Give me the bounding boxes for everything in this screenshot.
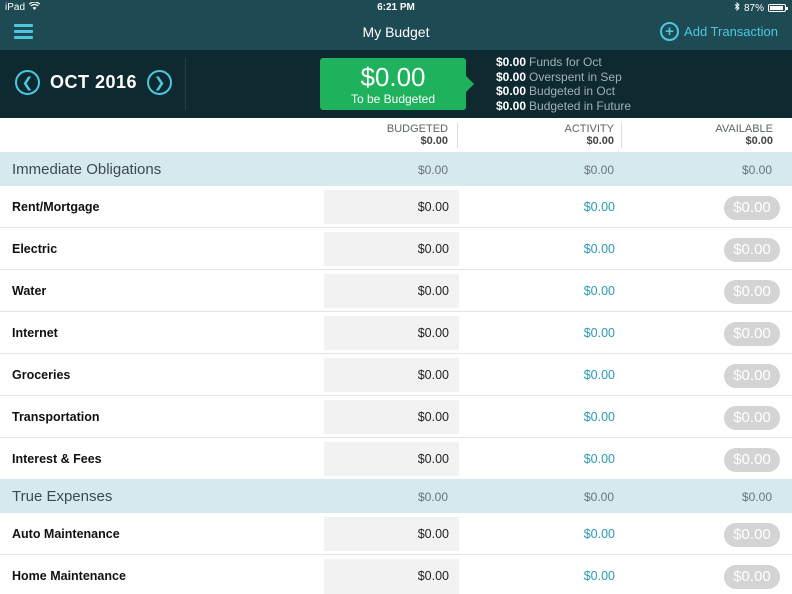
group-activity: $0.00: [583, 490, 614, 504]
category-name: Auto Maintenance: [12, 527, 120, 541]
group-budgeted: $0.00: [417, 490, 448, 504]
to-be-budgeted-amount: $0.00: [360, 62, 426, 92]
available-total: $0.00: [745, 135, 773, 147]
available-pill[interactable]: $0.00: [724, 523, 780, 547]
category-group-header[interactable]: Immediate Obligations $0.00 $0.00 $0.00: [0, 152, 792, 186]
budgeted-input[interactable]: $0.00: [324, 400, 459, 434]
activity-amount[interactable]: $0.00: [520, 242, 615, 256]
available-pill[interactable]: $0.00: [724, 238, 780, 262]
budgeted-column-header: BUDGETED $0.00: [386, 123, 448, 147]
available-column-header: AVAILABLE $0.00: [715, 123, 773, 147]
column-separator: [621, 123, 622, 148]
category-row[interactable]: Auto Maintenance $0.00 $0.00 $0.00: [0, 513, 792, 555]
month-navigator: ❮ OCT 2016 ❯: [15, 70, 173, 95]
group-available: $0.00: [741, 490, 772, 504]
status-right: 87%: [734, 1, 788, 14]
budgeted-input[interactable]: $0.00: [324, 274, 459, 308]
activity-amount[interactable]: $0.00: [520, 410, 615, 424]
budgeted-input[interactable]: $0.00: [324, 358, 459, 392]
column-headers: BUDGETED $0.00 ACTIVITY $0.00 AVAILABLE …: [0, 118, 792, 152]
available-pill[interactable]: $0.00: [724, 196, 780, 220]
group-budgeted: $0.00: [417, 163, 448, 177]
summary-overspent: $0.00 Overspent in Sep: [496, 69, 622, 84]
activity-amount[interactable]: $0.00: [520, 200, 615, 214]
status-bar: iPad 6:21 PM 87%: [0, 0, 792, 16]
group-available: $0.00: [741, 163, 772, 177]
status-time: 6:21 PM: [377, 2, 415, 13]
summary-future: $0.00 Budgeted in Future: [496, 98, 632, 113]
category-row[interactable]: Rent/Mortgage $0.00 $0.00 $0.00: [0, 186, 792, 228]
category-row[interactable]: Internet $0.00 $0.00 $0.00: [0, 312, 792, 354]
category-name: Water: [12, 284, 47, 298]
budget-header: ❮ OCT 2016 ❯ $0.00 To be Budgeted $0.00 F…: [0, 50, 792, 118]
activity-amount[interactable]: $0.00: [520, 284, 615, 298]
category-name: Electric: [12, 242, 58, 256]
group-name: Immediate Obligations: [12, 161, 162, 178]
available-pill[interactable]: $0.00: [724, 565, 780, 589]
budgeted-input[interactable]: $0.00: [324, 442, 459, 476]
category-name: Internet: [12, 326, 58, 340]
to-be-budgeted-label: To be Budgeted: [350, 92, 436, 106]
budgeted-input[interactable]: $0.00: [324, 190, 459, 224]
column-separator: [457, 123, 458, 148]
category-name: Transportation: [12, 410, 100, 424]
bluetooth-icon: [734, 1, 740, 14]
category-group-header[interactable]: True Expenses $0.00 $0.00 $0.00: [0, 479, 792, 513]
available-pill[interactable]: $0.00: [724, 448, 780, 472]
category-row[interactable]: Home Maintenance $0.00 $0.00 $0.00: [0, 555, 792, 594]
budgeted-input[interactable]: $0.00: [324, 517, 459, 551]
category-name: Interest & Fees: [12, 452, 102, 466]
activity-amount[interactable]: $0.00: [520, 527, 615, 541]
available-pill[interactable]: $0.00: [724, 322, 780, 346]
category-name: Home Maintenance: [12, 569, 126, 583]
budgeted-total: $0.00: [420, 135, 448, 147]
category-row[interactable]: Water $0.00 $0.00 $0.00: [0, 270, 792, 312]
current-month: OCT 2016: [50, 72, 138, 92]
budgeted-input[interactable]: $0.00: [324, 232, 459, 266]
activity-amount[interactable]: $0.00: [520, 569, 615, 583]
category-row[interactable]: Transportation $0.00 $0.00 $0.00: [0, 396, 792, 438]
activity-amount[interactable]: $0.00: [520, 452, 615, 466]
budgeted-input[interactable]: $0.00: [324, 316, 459, 350]
category-name: Rent/Mortgage: [12, 200, 100, 214]
battery-percent: 87%: [743, 2, 764, 14]
activity-amount[interactable]: $0.00: [520, 326, 615, 340]
activity-amount[interactable]: $0.00: [520, 368, 615, 382]
to-be-budgeted-badge[interactable]: $0.00 To be Budgeted: [320, 58, 474, 110]
summary-budgeted: $0.00 Budgeted in Oct: [496, 84, 616, 98]
summary-funds: $0.00 Funds for Oct: [496, 55, 602, 69]
chevron-left-icon: ❮: [21, 74, 34, 90]
plus-circle-icon: +: [660, 22, 680, 41]
add-transaction-label: Add Transaction: [684, 24, 778, 39]
battery-icon: [768, 4, 788, 12]
add-transaction-button[interactable]: + Add Transaction: [660, 22, 778, 41]
category-row[interactable]: Groceries $0.00 $0.00 $0.00: [0, 354, 792, 396]
next-month-button[interactable]: ❯: [147, 70, 173, 95]
category-name: Groceries: [12, 368, 71, 382]
header-divider: [185, 58, 186, 110]
category-row[interactable]: Electric $0.00 $0.00 $0.00: [0, 228, 792, 270]
group-activity: $0.00: [583, 163, 614, 177]
budget-summary: $0.00 Funds for Oct $0.00 Overspent in Sep…: [496, 55, 631, 113]
activity-column-header: ACTIVITY $0.00: [564, 123, 614, 147]
group-name: True Expenses: [12, 488, 113, 505]
available-pill[interactable]: $0.00: [724, 364, 780, 388]
available-pill[interactable]: $0.00: [724, 280, 780, 304]
budgeted-input[interactable]: $0.00: [324, 559, 459, 594]
available-pill[interactable]: $0.00: [724, 406, 780, 430]
top-bar: iPad 6:21 PM 87% My Budget + Add Transac…: [0, 0, 792, 50]
chevron-right-icon: ❯: [153, 74, 166, 90]
activity-total: $0.00: [586, 135, 614, 147]
category-row[interactable]: Interest & Fees $0.00 $0.00 $0.00: [0, 438, 792, 480]
previous-month-button[interactable]: ❮: [15, 70, 40, 95]
